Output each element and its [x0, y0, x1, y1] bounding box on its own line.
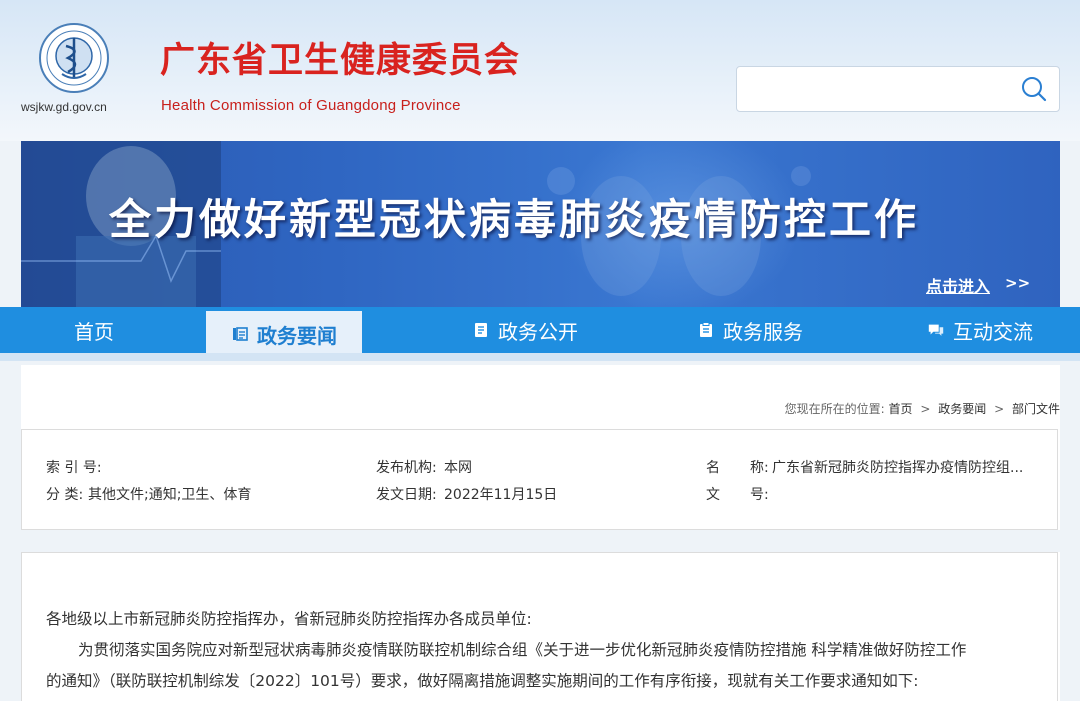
- article-salutation: 各地级以上市新冠肺炎防控指挥办，省新冠肺炎防控指挥办各成员单位:: [46, 610, 532, 628]
- article-paragraph-line1: 为贯彻落实国务院应对新型冠状病毒肺炎疫情联防联控机制综合组《关于进一步优化新冠肺…: [78, 641, 967, 659]
- breadcrumb-separator: >: [920, 402, 931, 416]
- nav-item-label: 政务公开: [498, 319, 578, 344]
- nav-item-interaction[interactable]: 互动交流: [880, 307, 1080, 353]
- nav-item-label: 互动交流: [953, 319, 1033, 344]
- section-gap: [21, 530, 1060, 552]
- news-icon: [233, 327, 248, 341]
- docno-label-1: 文: [706, 487, 720, 503]
- breadcrumb-item-dept-docs[interactable]: 部门文件: [1012, 402, 1060, 416]
- article-paragraph-line2: 的通知》（联防联控机制综发〔2022〕101号）要求，做好隔离措施调整实施期间的…: [46, 672, 919, 690]
- clipboard-icon: [700, 322, 712, 337]
- nav-item-gov-services[interactable]: 政务服务: [655, 307, 845, 353]
- nav-underline: [0, 353, 1080, 361]
- name-label-1: 名: [706, 460, 720, 476]
- document-icon: [475, 323, 487, 337]
- main-content: 您现在所在的位置: 首页 > 政务要闻 > 部门文件 索 引 号: 发布机构: …: [21, 365, 1060, 701]
- date-value: 2022年11月15日: [444, 487, 558, 503]
- breadcrumb: 您现在所在的位置: 首页 > 政务要闻 > 部门文件: [785, 400, 1060, 417]
- nav-item-label: 政务要闻: [257, 323, 337, 348]
- site-header: wsjkw.gd.gov.cn 广东省卫生健康委员会 Health Commis…: [0, 0, 1080, 141]
- banner-enter-link[interactable]: 点击进入: [926, 273, 990, 297]
- name-label-2: 称:: [750, 460, 769, 476]
- nav-item-label: 政务服务: [723, 319, 803, 344]
- search-box: [736, 66, 1060, 112]
- breadcrumb-separator: >: [994, 402, 1005, 416]
- publisher-label: 发布机构:: [376, 460, 437, 476]
- docno-label-2: 号:: [750, 487, 769, 503]
- breadcrumb-item-news[interactable]: 政务要闻: [938, 402, 986, 416]
- search-icon: [1022, 77, 1047, 102]
- article-body: 各地级以上市新冠肺炎防控指挥办，省新冠肺炎防控指挥办各成员单位: 为贯彻落实国务…: [21, 552, 1058, 701]
- banner-title: 全力做好新型冠状病毒肺炎疫情防控工作: [109, 195, 920, 244]
- chat-icon: [928, 324, 944, 336]
- index-label: 索 引 号:: [46, 460, 102, 476]
- epidemic-banner[interactable]: 全力做好新型冠状病毒肺炎疫情防控工作 点击进入 >>: [21, 141, 1060, 307]
- breadcrumb-item-home[interactable]: 首页: [889, 402, 913, 416]
- nav-item-gov-disclosure[interactable]: 政务公开: [430, 307, 620, 353]
- main-nav: 首页 政务要闻 政务公开 政务服务 互动交流: [0, 307, 1080, 357]
- nav-item-label: 首页: [74, 319, 114, 344]
- document-info-box: 索 引 号: 发布机构: 本网 名 称: 广东省新冠肺炎防控指挥办疫情防控组..…: [21, 429, 1058, 530]
- category-value: 其他文件;通知;卫生、体育: [88, 487, 252, 503]
- commission-emblem-icon[interactable]: [38, 22, 110, 94]
- search-button[interactable]: [1019, 75, 1049, 105]
- site-title-en: Health Commission of Guangdong Province: [161, 97, 461, 114]
- search-input[interactable]: [737, 67, 1007, 111]
- nav-item-home[interactable]: 首页: [0, 307, 188, 353]
- site-url: wsjkw.gd.gov.cn: [21, 100, 107, 114]
- publisher-value: 本网: [444, 460, 472, 476]
- category-label: 分 类:: [46, 487, 84, 503]
- date-label: 发文日期:: [376, 487, 437, 503]
- banner-arrows: >>: [1005, 274, 1031, 292]
- nav-item-news[interactable]: 政务要闻: [206, 311, 362, 357]
- name-value: 广东省新冠肺炎防控指挥办疫情防控组...: [772, 460, 1024, 476]
- site-title-cn[interactable]: 广东省卫生健康委员会: [160, 44, 520, 79]
- breadcrumb-prefix: 您现在所在的位置:: [784, 402, 885, 416]
